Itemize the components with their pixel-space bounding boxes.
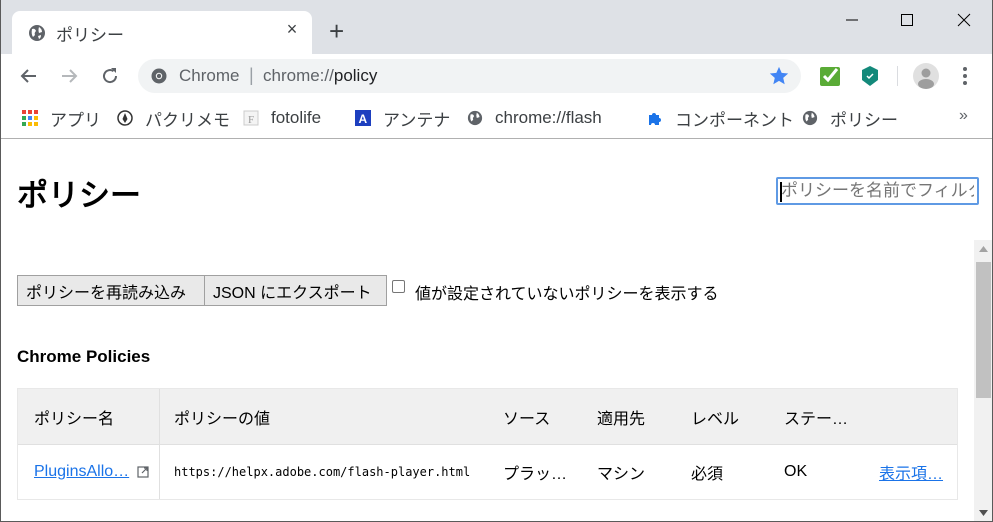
maximize-button[interactable]	[895, 8, 919, 32]
apps-grid-icon	[22, 110, 38, 126]
show-unset-label[interactable]: 値が設定されていないポリシーを表示する	[415, 280, 719, 304]
column-divider	[159, 445, 160, 499]
reload-icon	[103, 68, 118, 84]
omnibox-separator: |	[249, 65, 254, 85]
forward-button[interactable]	[57, 64, 81, 88]
url-scheme: chrome://	[263, 66, 334, 85]
tab-title: ポリシー	[56, 26, 124, 45]
bookmark-apps[interactable]: アプリ	[22, 107, 101, 130]
address-bar[interactable]: Chrome | chrome://policy	[138, 59, 801, 93]
svg-text:A: A	[359, 112, 368, 126]
bookmark-label: chrome://flash	[495, 108, 602, 127]
vertical-scrollbar[interactable]	[974, 240, 992, 521]
show-unset-checkbox[interactable]	[392, 280, 405, 293]
antenna-a-icon: A	[355, 110, 371, 126]
bookmarks-bar: アプリ パクリメモ F fotolife A アンテナ chrome://fla…	[1, 99, 992, 139]
tab-strip: ポリシー × +	[1, 0, 992, 54]
secure-chip-label: Chrome	[179, 66, 240, 85]
minimize-button[interactable]	[840, 8, 864, 32]
globe-icon	[467, 110, 483, 126]
policy-table: ポリシー名 ポリシーの値 ソース 適用先 レベル ステー… PluginsAll…	[17, 388, 958, 500]
forward-arrow-icon	[62, 69, 78, 83]
bookmark-label: ポリシー	[830, 110, 898, 130]
toolbar-divider	[897, 66, 898, 86]
reload-button[interactable]	[98, 64, 122, 88]
show-more-link-text[interactable]: 表示項…	[879, 466, 943, 483]
section-title: Chrome Policies	[17, 347, 151, 366]
policy-scope-cell: マシン	[597, 466, 646, 483]
header-source: ソース	[503, 410, 551, 428]
toolbar: Chrome | chrome://policy	[1, 54, 992, 99]
table-row: PluginsAllo… https://helpx.adobe.com/fla…	[18, 445, 957, 499]
back-button[interactable]	[17, 64, 41, 88]
policy-filter-input[interactable]	[776, 177, 979, 205]
bookmark-policy[interactable]: ポリシー	[802, 107, 898, 130]
export-json-button[interactable]: JSON にエクスポート	[204, 275, 387, 306]
bookmarks-overflow-button[interactable]: »	[959, 107, 968, 125]
tab-policy[interactable]: ポリシー ×	[12, 11, 312, 54]
puzzle-icon	[649, 113, 661, 125]
reload-policies-button[interactable]: ポリシーを再読み込み	[17, 275, 205, 306]
scroll-down-button[interactable]	[974, 504, 992, 521]
external-link-icon[interactable]	[137, 466, 149, 478]
new-tab-button[interactable]: +	[329, 18, 344, 44]
scroll-down-arrow-icon	[979, 510, 988, 516]
bookmark-chrome-flash[interactable]: chrome://flash	[467, 107, 602, 129]
scroll-up-arrow-icon	[979, 246, 988, 252]
bookmark-label: パクリメモ	[145, 110, 230, 130]
policy-status-cell: OK	[784, 463, 808, 480]
bookmark-antenna[interactable]: A アンテナ	[355, 107, 451, 130]
header-policy-value: ポリシーの値	[174, 410, 271, 428]
person-icon	[918, 68, 934, 89]
globe-icon	[29, 25, 45, 41]
profile-avatar[interactable]	[913, 63, 939, 89]
scrollbar-thumb[interactable]	[976, 262, 991, 398]
checkmark-extension-icon[interactable]	[819, 65, 841, 87]
menu-kebab-icon[interactable]	[957, 66, 973, 86]
bookmark-label: fotolife	[271, 108, 322, 127]
policy-value-cell: https://helpx.adobe.com/flash-player.htm…	[174, 465, 471, 479]
window-close-button[interactable]	[952, 8, 976, 32]
bookmark-star-icon[interactable]	[768, 65, 790, 87]
policy-level-cell: 必須	[691, 466, 724, 483]
policy-page: ポリシー ポリシーを再読み込み JSON にエクスポート 値が設定されていないポ…	[1, 140, 992, 521]
browser-window: ポリシー × + Chrome | chrome://policy アプリ パク…	[0, 0, 993, 522]
url-text[interactable]: chrome://policy	[263, 66, 377, 86]
policy-source-cell: プラッ…	[503, 466, 568, 483]
bookmark-fotolife[interactable]: F fotolife	[243, 107, 321, 129]
header-level: レベル	[691, 410, 740, 428]
policy-name-link[interactable]: PluginsAllo…	[34, 463, 129, 480]
bookmark-label: コンポーネント	[675, 110, 794, 130]
close-icon	[957, 13, 971, 27]
policy-name-cell: PluginsAllo…	[34, 463, 149, 481]
chrome-logo-icon	[151, 68, 167, 84]
page-title: ポリシー	[17, 178, 141, 213]
header-scope: 適用先	[597, 410, 646, 428]
header-status: ステー…	[784, 410, 849, 428]
bookmark-pakuri-memo[interactable]: パクリメモ	[117, 107, 230, 130]
header-policy-name: ポリシー名	[34, 410, 115, 428]
show-more-link[interactable]: 表示項…	[879, 460, 943, 484]
bookmark-label: アプリ	[50, 110, 101, 130]
column-divider	[159, 389, 160, 444]
url-host: policy	[333, 66, 378, 85]
fotolife-icon: F	[243, 110, 259, 126]
scroll-up-button[interactable]	[974, 240, 992, 258]
svg-text:F: F	[248, 114, 254, 126]
shield-extension-icon[interactable]	[859, 65, 881, 87]
tab-close-button[interactable]: ×	[282, 19, 302, 40]
globe-icon	[802, 110, 818, 126]
table-header: ポリシー名 ポリシーの値 ソース 適用先 レベル ステー…	[18, 389, 957, 445]
maximize-icon	[901, 14, 913, 26]
minimize-icon	[846, 19, 858, 21]
pen-circle-icon	[117, 110, 133, 126]
back-arrow-icon	[20, 69, 36, 83]
bookmark-components[interactable]: コンポーネント	[647, 107, 794, 130]
text-caret	[780, 182, 782, 202]
bookmark-label: アンテナ	[383, 110, 451, 130]
